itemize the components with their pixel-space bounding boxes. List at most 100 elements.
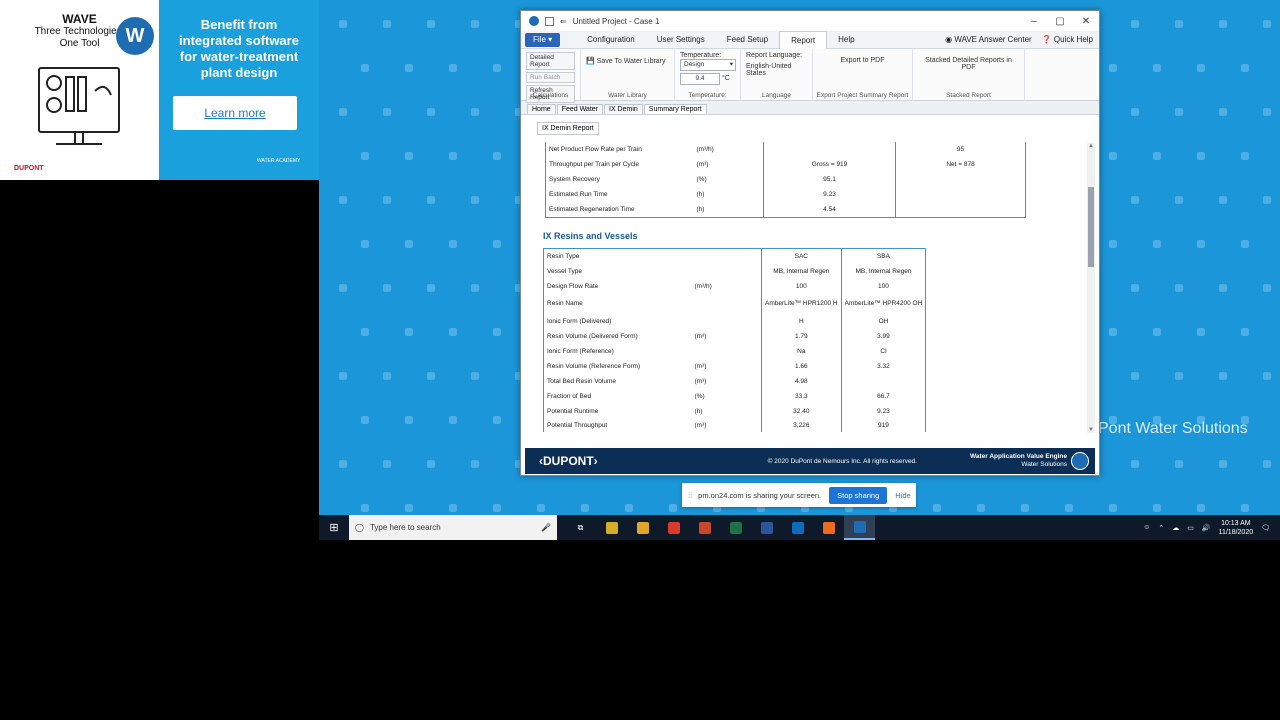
volume-icon[interactable]: 🔊	[1202, 524, 1211, 532]
save-to-water-library-button[interactable]: 💾 Save To Water Library	[586, 57, 669, 65]
app-icon	[529, 16, 539, 26]
resin-cell-b: 919	[840, 418, 926, 432]
export-caption: Export Project Summary Report	[816, 92, 909, 99]
answer-center-link[interactable]: ◉ WAVE Answer Center	[945, 35, 1032, 44]
file-menu[interactable]: File ▾	[525, 32, 561, 47]
pattern-dot	[339, 108, 347, 116]
save-icon[interactable]	[545, 16, 554, 26]
taskbar-apps: ⧉	[565, 515, 875, 540]
scrollbar-thumb[interactable]	[1088, 187, 1094, 267]
taskbar-app-file-explorer[interactable]	[596, 515, 627, 540]
temperature-select-value: Design	[684, 61, 705, 68]
taskbar-app-excel[interactable]	[720, 515, 751, 540]
drag-handle-icon[interactable]: ⁞⁞	[688, 491, 692, 500]
pattern-dot	[1263, 196, 1271, 204]
pattern-dot	[383, 20, 391, 28]
resin-cell-label: Resin Type	[547, 252, 580, 260]
undo-icon[interactable]: ⇐	[560, 17, 567, 26]
chevron-up-icon[interactable]: ⌃	[1158, 524, 1164, 532]
quick-help-link[interactable]: ❓ Quick Help	[1042, 35, 1093, 44]
summary-cell-label: Throughput per Train per Cycle	[549, 161, 639, 168]
section-title: IX Resins and Vessels	[543, 231, 638, 241]
pattern-dot	[383, 108, 391, 116]
hide-button[interactable]: Hide	[895, 491, 910, 500]
pattern-dot	[1153, 328, 1161, 336]
resin-cell-b: MB, Internal Regen	[840, 263, 926, 279]
run-batch-button[interactable]: Run Batch	[526, 72, 575, 83]
taskbar-app-outlook[interactable]	[782, 515, 813, 540]
network-icon[interactable]: ▭	[1187, 524, 1194, 532]
tab-ix-demin-report[interactable]: IX Demin Report	[537, 122, 599, 135]
stacked-reports-button[interactable]: Stacked Detailed Reports in PDF	[918, 57, 1019, 71]
pattern-dot	[493, 64, 501, 72]
people-icon[interactable]: ☺	[1143, 524, 1150, 531]
summary-cell-unit: (%)	[696, 176, 707, 183]
pattern-dot	[1175, 372, 1183, 380]
summary-cell-v2	[896, 187, 1026, 202]
pattern-dot	[1241, 152, 1249, 160]
wave-app-icon	[853, 520, 866, 533]
stop-sharing-button[interactable]: Stop sharing	[829, 486, 888, 504]
onedrive-icon[interactable]: ☁	[1172, 524, 1179, 532]
table-row: Resin Type SAC SBA	[544, 248, 926, 264]
menu-user-settings[interactable]: User Settings	[646, 31, 716, 49]
report-scrollbar[interactable]: ▲ ▼	[1087, 143, 1095, 433]
save-water-label: Save To Water Library	[596, 58, 666, 65]
taskbar-app-paint[interactable]	[813, 515, 844, 540]
minimize-button[interactable]: –	[1021, 16, 1047, 27]
pattern-dot	[449, 240, 457, 248]
taskbar-app-wave[interactable]	[844, 515, 875, 540]
pattern-dot	[1131, 284, 1139, 292]
summary-cell-unit: (h)	[696, 205, 705, 213]
menu-feed-setup[interactable]: Feed Setup	[716, 31, 779, 49]
language-caption: Language	[762, 92, 791, 99]
tab-feed-water[interactable]: Feed Water	[556, 104, 603, 114]
resin-cell-b: SBA	[840, 248, 926, 264]
taskbar-app-chrome[interactable]	[627, 515, 658, 540]
close-button[interactable]: ✕	[1073, 16, 1099, 27]
ribbon-group-water-library: 💾 Save To Water Library Water Library	[581, 49, 675, 101]
summary-cell-label: Estimated Run Time	[549, 191, 608, 198]
taskbar-app-powerpoint[interactable]	[689, 515, 720, 540]
tab-ix-demin[interactable]: IX Demin	[604, 104, 643, 114]
taskbar-search[interactable]: ◯ Type here to search 🎤	[349, 515, 557, 540]
resin-cell-b: 100	[840, 278, 926, 294]
pattern-dot	[1219, 20, 1227, 28]
pattern-dot	[339, 460, 347, 468]
pattern-dot	[1197, 240, 1205, 248]
table-row: Resin Name AmberLite™ HPR1200 H AmberLite™…	[544, 293, 926, 314]
tab-summary-report[interactable]: Summary Report	[643, 104, 707, 114]
scroll-up-icon[interactable]: ▲	[1087, 143, 1095, 149]
temperature-caption: Temperature:	[688, 92, 727, 99]
excel-icon	[729, 521, 742, 534]
summary-cell-label: System Recovery	[549, 176, 600, 183]
export-to-pdf-button[interactable]: Export to PDF	[818, 57, 907, 64]
maximize-button[interactable]: ▢	[1047, 16, 1073, 27]
microphone-icon[interactable]: 🎤	[541, 523, 551, 532]
task-view-icon[interactable]: ⧉	[565, 515, 596, 540]
pattern-dot	[471, 20, 479, 28]
detailed-report-button[interactable]: Detailed Report	[526, 52, 575, 70]
learn-more-button[interactable]: Learn more	[173, 96, 297, 130]
clock[interactable]: 10:13 AM 11/18/2020	[1219, 519, 1254, 537]
taskbar-app-acrobat[interactable]	[658, 515, 689, 540]
menu-configuration[interactable]: Configuration	[576, 31, 646, 49]
temperature-select[interactable]: Design ▾	[680, 59, 736, 71]
menu-report[interactable]: Report	[779, 30, 828, 49]
app-footer: ‹DUPONT› © 2020 DuPont de Nemours Inc. A…	[525, 448, 1095, 474]
temperature-input[interactable]: 9.4	[680, 73, 720, 85]
summary-cell-label: Estimated Regeneration Time	[549, 205, 635, 213]
clock-date: 11/18/2020	[1218, 528, 1254, 536]
table-row: Throughput per Train per Cycle (m³) Gross …	[546, 157, 1026, 172]
resin-cell-label: Resin Volume (Reference Form)	[547, 362, 641, 370]
report-language-value[interactable]: English-United States	[746, 63, 807, 77]
taskbar-app-word[interactable]	[751, 515, 782, 540]
windows-start-icon[interactable]: ⊞	[319, 521, 349, 534]
notifications-icon[interactable]: 🗨	[1261, 524, 1270, 532]
pattern-dot	[471, 108, 479, 116]
menu-help[interactable]: Help	[827, 31, 865, 49]
summary-table: Net Product Flow Rate per Train (m³/h) 95 T…	[545, 142, 1026, 218]
tab-home[interactable]: Home	[527, 104, 556, 114]
resin-cell-unit	[692, 264, 762, 279]
scroll-down-icon[interactable]: ▼	[1087, 427, 1095, 433]
